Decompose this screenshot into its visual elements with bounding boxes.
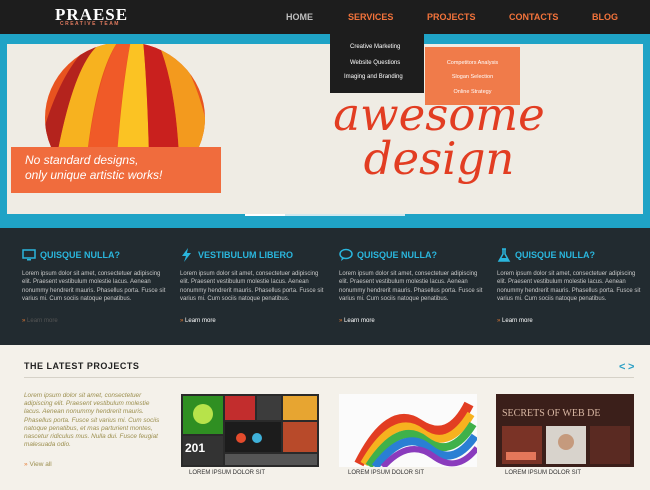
flask-icon (497, 248, 511, 262)
chevron-right-icon: » (180, 318, 184, 324)
logo-tagline: CREATIVE TEAM (60, 21, 120, 27)
learn-more-link[interactable]: » Learn more (180, 318, 216, 324)
project-image-3: SECRETS OF WEB DE (496, 394, 634, 467)
feature-title: VESTIBULUM LIBERO (198, 250, 294, 260)
hero-slogan: No standard designs, only unique artisti… (11, 147, 221, 193)
view-all-link[interactable]: » View all (24, 461, 52, 468)
chevron-right-icon: » (22, 318, 26, 324)
menu-item-creative-marketing[interactable]: Creative Marketing (350, 44, 400, 50)
submenu-item-slogan[interactable]: Slogan Selection (425, 74, 520, 80)
chevron-right-icon: » (339, 318, 343, 324)
feature-body: Lorem ipsum dolor sit amet, consectetuer… (497, 271, 641, 303)
nav-home[interactable]: HOME (286, 0, 313, 34)
hero-slide: awesome design No standard designs, only… (7, 44, 643, 214)
lightning-icon (182, 248, 191, 262)
hero-headline: awesome design (289, 92, 589, 185)
nav-projects[interactable]: PROJECTS (427, 0, 476, 34)
next-arrow-icon[interactable]: > (628, 361, 634, 373)
thumb-text: 201 (185, 441, 205, 455)
nav-contacts[interactable]: CONTACTS (509, 0, 558, 34)
feature-title: QUISQUE NULLA? (357, 250, 437, 260)
projects-description: Lorem ipsum dolor sit amet, consectetuer… (24, 392, 160, 449)
feature-title: QUISQUE NULLA? (515, 250, 595, 260)
slider-indicator[interactable] (245, 214, 405, 216)
projects-title: THE LATEST PROJECTS (24, 361, 140, 371)
menu-item-website-questions[interactable]: Website Questions (350, 60, 400, 66)
feature-body: Lorem ipsum dolor sit amet, consectetuer… (339, 271, 483, 303)
slogan-line1: No standard designs, (25, 153, 139, 167)
project-caption-3[interactable]: LOREM IPSUM DOLOR SIT (505, 470, 581, 476)
feature-body: Lorem ipsum dolor sit amet, consectetuer… (22, 271, 166, 303)
slider-dot-active[interactable] (245, 214, 285, 216)
feature-title: QUISQUE NULLA? (40, 250, 120, 260)
learn-more-link[interactable]: » Learn more (339, 318, 375, 324)
projects-divider (24, 377, 634, 378)
nav-blog[interactable]: BLOG (592, 0, 618, 34)
hot-air-balloon-image (45, 44, 205, 155)
speech-bubble-icon (339, 248, 353, 261)
chevron-right-icon: » (24, 461, 28, 468)
services-dropdown: Creative Marketing Website Questions Ima… (330, 34, 424, 93)
project-image-1: 201 (181, 394, 319, 467)
learn-more-link[interactable]: » Learn more (22, 318, 58, 324)
services-submenu: Competitors Analysis Slogan Selection On… (425, 47, 520, 105)
menu-item-imaging-branding[interactable]: Imaging and Branding (344, 74, 403, 80)
slogan-line2: only unique artistic works! (25, 168, 163, 182)
chevron-right-icon: » (497, 318, 501, 324)
monitor-icon (22, 249, 36, 261)
thumb-text: SECRETS OF WEB DE (502, 408, 600, 419)
project-caption-1[interactable]: LOREM IPSUM DOLOR SIT (189, 470, 265, 476)
features-section: QUISQUE NULLA? Lorem ipsum dolor sit ame… (0, 228, 650, 345)
project-thumb-2[interactable] (339, 394, 477, 467)
project-thumb-1[interactable]: 201 (181, 394, 319, 467)
project-image-2 (339, 394, 477, 467)
prev-arrow-icon[interactable]: < (619, 361, 625, 373)
hero-headline-line2: design (363, 132, 515, 185)
project-thumb-3[interactable]: SECRETS OF WEB DE (496, 394, 634, 467)
project-caption-2[interactable]: LOREM IPSUM DOLOR SIT (348, 470, 424, 476)
nav-services[interactable]: SERVICES (348, 0, 393, 34)
submenu-item-online-strategy[interactable]: Online Strategy (425, 89, 520, 95)
site-header: PRAESE CREATIVE TEAM HOME SERVICES PROJE… (0, 0, 650, 34)
feature-body: Lorem ipsum dolor sit amet, consectetuer… (180, 271, 324, 303)
learn-more-link[interactable]: » Learn more (497, 318, 533, 324)
submenu-item-competitors[interactable]: Competitors Analysis (425, 60, 520, 66)
